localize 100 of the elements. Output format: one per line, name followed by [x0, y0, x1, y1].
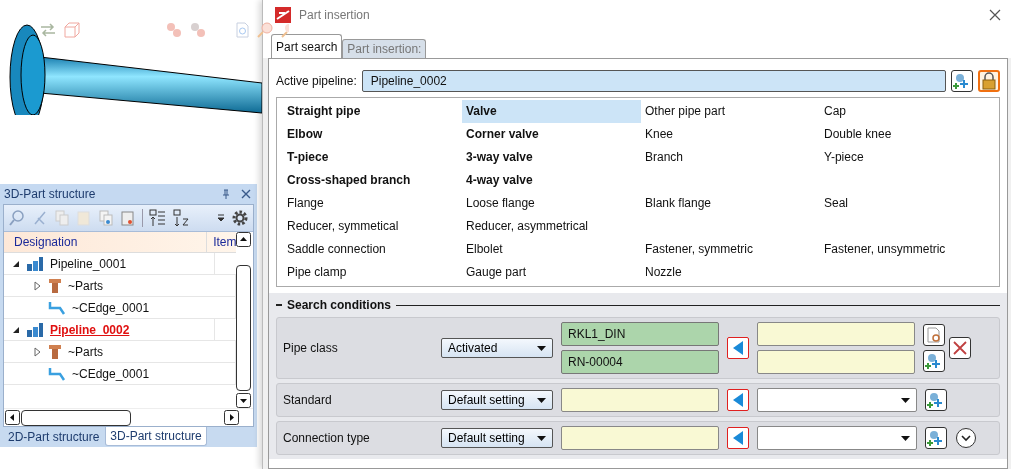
part-type-item[interactable]: Y-piece	[820, 146, 999, 169]
scroll-right-button[interactable]	[224, 410, 239, 425]
part-type-item[interactable]: Fastener, symmetric	[641, 238, 820, 261]
part-type-item[interactable]: Knee	[641, 123, 820, 146]
tree-item[interactable]: ~CEdge_0001	[72, 300, 150, 315]
condition-label: Pipe class	[283, 341, 339, 355]
tab[interactable]: Part search	[271, 34, 343, 58]
scroll-left-button[interactable]	[5, 410, 20, 425]
expand-chevron-icon[interactable]	[955, 427, 977, 449]
scrollbar-thumb[interactable]	[236, 265, 251, 391]
tree-item[interactable]: ~CEdge_0001	[72, 366, 150, 381]
value-dropdown[interactable]	[757, 426, 917, 450]
mode-dropdown[interactable]: Default setting	[441, 428, 553, 448]
edge-icon	[48, 299, 66, 316]
caret-icon	[901, 397, 910, 403]
pin-icon[interactable]	[221, 189, 231, 199]
part-type-item[interactable]: 4-way valve	[462, 169, 641, 192]
scrollbar-thumb[interactable]	[21, 409, 131, 426]
part-type-item[interactable]: Pipe clamp	[283, 261, 462, 284]
sort-up-icon[interactable]	[149, 209, 167, 227]
panel-tab[interactable]: 2D-Part structure	[4, 427, 104, 446]
part-type-item[interactable]: Other pipe part	[641, 100, 820, 123]
transfer-button[interactable]	[727, 389, 749, 411]
value-field[interactable]: RKL1_DIN	[561, 322, 719, 346]
column-header[interactable]: Item	[207, 232, 236, 252]
part-type-item[interactable]: Fastener, unsymmetric	[820, 238, 999, 261]
left-triangle-icon	[733, 431, 743, 445]
caret-icon	[537, 397, 546, 403]
pipeline-field[interactable]: Pipeline_0002	[361, 70, 946, 92]
lock-button[interactable]	[978, 70, 1000, 92]
add-pipeline-button[interactable]	[925, 427, 947, 449]
section-title: Search conditions	[287, 298, 392, 312]
mode-dropdown[interactable]: Default setting	[441, 390, 553, 410]
part-type-item[interactable]: Seal	[820, 192, 999, 215]
add-pipeline-button[interactable]	[925, 389, 947, 411]
tree-item[interactable]: Pipeline_0002	[50, 322, 130, 337]
panel-tab[interactable]: 3D-Part structure	[105, 427, 207, 446]
part-type-item[interactable]: Straight pipe	[283, 100, 462, 123]
part-type-item[interactable]: Blank flange	[641, 192, 820, 215]
part-type-item[interactable]: Branch	[641, 146, 820, 169]
copy-icon[interactable]	[98, 209, 114, 227]
caret-icon	[537, 435, 546, 441]
tree-item[interactable]: ~Parts	[68, 344, 103, 359]
tree-item[interactable]: Pipeline_0001	[50, 256, 127, 271]
condition-label: Standard	[283, 393, 333, 407]
caret-icon	[537, 345, 546, 351]
part-type-item[interactable]: Cross-shaped branch	[283, 169, 462, 192]
scroll-down-button[interactable]	[236, 393, 251, 408]
collapse-arrow-icon[interactable]	[12, 325, 20, 334]
left-triangle-icon	[733, 393, 743, 407]
overflow-icon[interactable]	[217, 214, 225, 222]
settings-icon[interactable]	[231, 209, 249, 227]
part-type-item[interactable]: Loose flange	[462, 192, 641, 215]
part-type-item[interactable]: Flange	[283, 192, 462, 215]
expand-arrow-icon[interactable]	[34, 346, 42, 357]
part-type-item[interactable]: Reducer, symmetical	[283, 215, 462, 238]
transfer-button[interactable]	[727, 427, 749, 449]
zoom-icon[interactable]	[281, 22, 289, 38]
delete-button[interactable]	[949, 337, 971, 359]
app-icon	[275, 7, 291, 23]
part-type-item[interactable]: Nozzle	[641, 261, 820, 284]
collapse-arrow-icon[interactable]	[12, 259, 20, 268]
input-field[interactable]	[561, 388, 719, 412]
part-type-item[interactable]: Valve	[462, 100, 641, 123]
preview-button[interactable]	[923, 324, 945, 346]
parts-icon	[48, 343, 62, 360]
clipboard-icon[interactable]	[120, 209, 136, 227]
pipeline-icon	[26, 255, 44, 272]
add-pipeline-button[interactable]	[951, 70, 973, 92]
transfer-button[interactable]	[727, 337, 749, 359]
value-dropdown[interactable]	[757, 388, 917, 412]
part-type-item[interactable]: 3-way valve	[462, 146, 641, 169]
close-icon[interactable]	[989, 9, 1001, 21]
part-type-item[interactable]: Elbow	[283, 123, 462, 146]
scroll-up-button[interactable]	[236, 232, 251, 247]
input-field[interactable]	[561, 426, 719, 450]
panel-title: 3D-Part structure	[4, 187, 97, 201]
column-header[interactable]: Designation	[4, 232, 208, 252]
mode-dropdown[interactable]: Activated	[441, 338, 553, 358]
add-pipeline-button[interactable]	[923, 350, 945, 372]
window-title: Part insertion	[299, 8, 371, 22]
part-type-item[interactable]: Corner valve	[462, 123, 641, 146]
input-field[interactable]	[757, 350, 915, 374]
part-type-item[interactable]: Reducer, asymmetrical	[462, 215, 641, 238]
part-type-item[interactable]: Cap	[820, 100, 999, 123]
clipboard-icon[interactable]	[76, 209, 92, 227]
pipeline-icon	[26, 321, 44, 338]
parts-icon	[48, 277, 62, 294]
tree-item[interactable]: ~Parts	[68, 278, 103, 293]
part-type-item[interactable]: Double knee	[820, 123, 999, 146]
caret-icon	[901, 435, 910, 441]
part-type-item[interactable]: Elbolet	[462, 238, 641, 261]
part-type-item[interactable]: T-piece	[283, 146, 462, 169]
close-icon[interactable]	[241, 189, 251, 199]
value-field[interactable]: RN-00004	[561, 350, 719, 374]
sort-down-icon[interactable]	[173, 209, 191, 227]
part-type-item[interactable]: Saddle connection	[283, 238, 462, 261]
expand-arrow-icon[interactable]	[34, 280, 42, 291]
part-type-item[interactable]: Gauge part	[462, 261, 641, 284]
input-field[interactable]	[757, 322, 915, 346]
